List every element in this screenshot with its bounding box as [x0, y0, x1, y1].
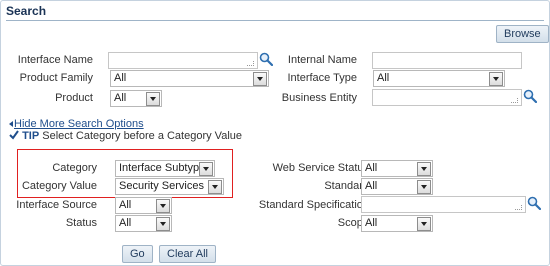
business-entity-input[interactable]	[372, 89, 522, 106]
search-panel: Search Browse Interface Name Internal Na…	[0, 0, 550, 266]
product-family-select[interactable]: All	[110, 70, 269, 87]
collapse-arrow-icon	[9, 121, 13, 128]
tip-label: TIP	[22, 130, 40, 142]
scope-label: Scope	[337, 217, 369, 229]
product-select[interactable]: All	[110, 90, 162, 107]
scope-value: All	[365, 217, 378, 229]
status-value: All	[119, 217, 132, 229]
chevron-down-icon[interactable]	[489, 72, 503, 86]
chevron-down-icon[interactable]	[253, 72, 267, 86]
interface-type-label: Interface Type	[287, 72, 357, 84]
category-value: Interface Subtype	[119, 162, 206, 174]
scope-select[interactable]: All	[361, 215, 433, 232]
category-value-selected: Security Services	[119, 180, 204, 192]
standard-specification-label: Standard Specification	[258, 199, 369, 211]
status-select[interactable]: All	[115, 215, 172, 232]
chevron-down-icon[interactable]	[417, 180, 431, 194]
standard-label: Standard	[324, 180, 369, 192]
standard-specification-input[interactable]	[361, 196, 526, 213]
tip-line: TIP Select Category before a Category Va…	[9, 130, 242, 142]
interface-source-value: All	[119, 199, 132, 211]
search-icon[interactable]	[523, 89, 537, 103]
standard-select[interactable]: All	[361, 178, 433, 195]
title-divider	[6, 20, 544, 21]
category-label: Category	[52, 162, 97, 174]
interface-name-input[interactable]	[108, 52, 258, 69]
category-value-select[interactable]: Security Services	[115, 178, 224, 195]
interface-type-value: All	[377, 72, 390, 84]
browse-button[interactable]: Browse	[496, 25, 549, 43]
resize-grip	[247, 61, 254, 66]
chevron-down-icon[interactable]	[208, 180, 222, 194]
chevron-down-icon[interactable]	[156, 199, 170, 213]
category-value-label: Category Value	[21, 180, 97, 192]
tip-text: Select Category before a Category Value	[42, 130, 242, 142]
internal-name-input[interactable]	[372, 52, 522, 69]
search-icon[interactable]	[527, 196, 541, 210]
internal-name-label: Internal Name	[287, 54, 357, 66]
web-service-status-label: Web Service Status	[272, 162, 369, 174]
go-button[interactable]: Go	[122, 245, 153, 263]
resize-grip	[515, 205, 522, 210]
web-service-status-value: All	[365, 162, 378, 174]
product-family-value: All	[114, 72, 127, 84]
chevron-down-icon[interactable]	[156, 217, 170, 231]
category-select[interactable]: Interface Subtype	[115, 160, 215, 177]
standard-value: All	[365, 180, 378, 192]
chevron-down-icon[interactable]	[417, 217, 431, 231]
interface-source-select[interactable]: All	[115, 197, 172, 214]
chevron-down-icon[interactable]	[199, 162, 213, 176]
interface-type-select[interactable]: All	[373, 70, 505, 87]
panel-title: Search	[6, 4, 47, 18]
business-entity-label: Business Entity	[281, 92, 357, 104]
product-family-label: Product Family	[19, 72, 93, 84]
hide-more-search-options-link[interactable]: Hide More Search Options	[9, 118, 144, 130]
interface-name-label: Interface Name	[17, 54, 93, 66]
hide-more-label: Hide More Search Options	[14, 118, 144, 130]
interface-source-label: Interface Source	[16, 199, 97, 211]
chevron-down-icon[interactable]	[146, 92, 160, 106]
status-label: Status	[65, 217, 97, 229]
resize-grip	[511, 98, 518, 103]
web-service-status-select[interactable]: All	[361, 160, 433, 177]
product-label: Product	[55, 92, 93, 104]
product-value: All	[114, 92, 127, 104]
clear-all-button[interactable]: Clear All	[159, 245, 216, 263]
chevron-down-icon[interactable]	[417, 162, 431, 176]
checkmark-icon	[9, 130, 19, 140]
